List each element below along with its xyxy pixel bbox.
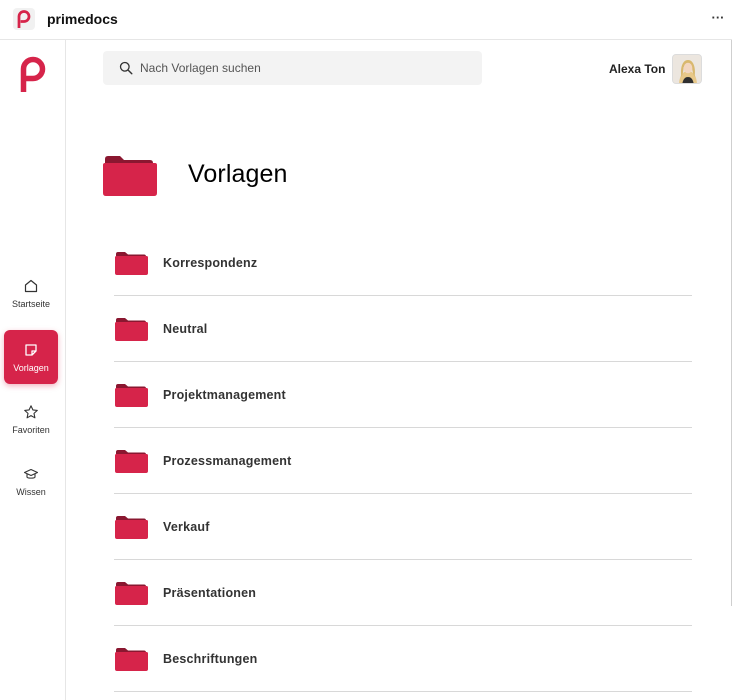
sidebar-item-label: Startseite: [11, 298, 51, 309]
primedocs-logo-icon: [17, 10, 31, 28]
folder-icon: [115, 317, 148, 341]
folder-icon: [115, 515, 148, 539]
folder-icon: [115, 449, 148, 473]
folder-icon: [103, 156, 157, 196]
folder-row-korrespondenz[interactable]: Korrespondenz: [114, 230, 692, 296]
search-bar: [103, 51, 482, 85]
folder-label: Neutral: [163, 321, 208, 336]
folder-label: Korrespondenz: [163, 255, 258, 270]
folder-icon: [115, 251, 148, 275]
folder-icon: [115, 647, 148, 671]
sidebar-item-label: Wissen: [16, 486, 46, 497]
sidebar-item-templates[interactable]: Vorlagen: [4, 330, 58, 384]
graduation-cap-icon: [23, 468, 39, 479]
more-options-button[interactable]: ···: [708, 8, 728, 28]
title-bar: primedocs ···: [0, 0, 732, 40]
app-logo: [13, 8, 35, 30]
star-icon: [24, 404, 38, 418]
user-name: Alexa Ton: [609, 62, 666, 76]
sidebar-item-label: Vorlagen: [13, 362, 49, 373]
folder-icon: [115, 581, 148, 605]
folder-icon: [115, 383, 148, 407]
folder-row-verkauf[interactable]: Verkauf: [114, 494, 692, 560]
folder-row-neutral[interactable]: Neutral: [114, 296, 692, 362]
folder-label: Beschriftungen: [163, 651, 258, 666]
folder-row-prozessmanagement[interactable]: Prozessmanagement: [114, 428, 692, 494]
folder-label: Präsentationen: [163, 585, 257, 600]
folder-label: Verkauf: [163, 519, 210, 534]
folder-label: Projektmanagement: [163, 387, 286, 402]
avatar[interactable]: [672, 54, 702, 84]
sticky-note-icon: [25, 343, 37, 356]
page-title: Vorlagen: [188, 160, 288, 188]
sidebar-item-home[interactable]: Startseite: [4, 266, 58, 320]
home-icon: [24, 279, 38, 292]
folder-row-praesentationen[interactable]: Präsentationen: [114, 560, 692, 626]
folder-row-beschriftungen[interactable]: Beschriftungen: [114, 626, 692, 692]
search-input[interactable]: [140, 61, 460, 75]
primedocs-logo-icon[interactable]: [20, 56, 46, 92]
app-name: primedocs: [47, 11, 118, 27]
folder-row-projektmanagement[interactable]: Projektmanagement: [114, 362, 692, 428]
folder-list: Korrespondenz Neutral Projektmanagement …: [114, 230, 692, 692]
sidebar: Startseite Vorlagen Favoriten Wissen: [0, 40, 66, 700]
sidebar-item-knowledge[interactable]: Wissen: [4, 454, 58, 508]
sidebar-item-favorites[interactable]: Favoriten: [4, 392, 58, 446]
sidebar-item-label: Favoriten: [12, 424, 50, 435]
user-photo-icon: [673, 55, 701, 83]
folder-label: Prozessmanagement: [163, 453, 292, 468]
search-icon: [119, 61, 133, 75]
